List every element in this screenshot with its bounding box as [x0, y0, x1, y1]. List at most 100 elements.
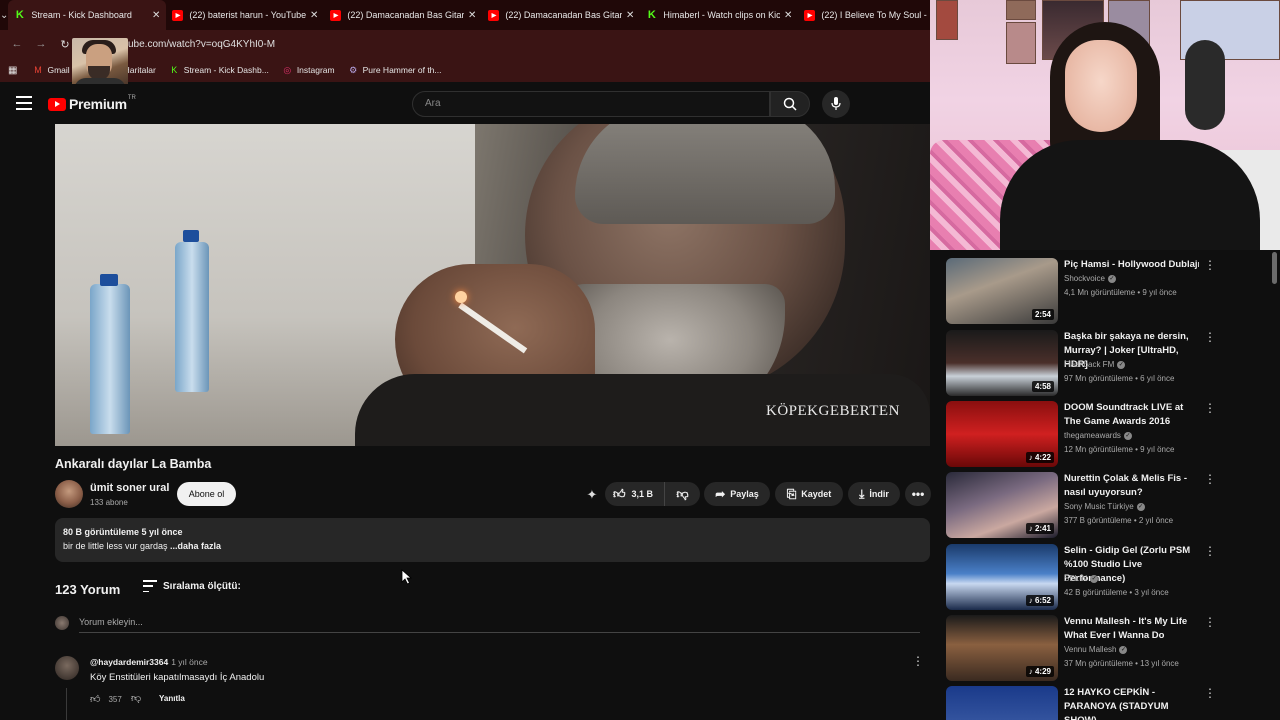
channel-name[interactable]: ümit soner ural: [90, 482, 169, 494]
youtube-logo[interactable]: Premium TR: [48, 95, 136, 112]
recommended-meta: 37 Mn görüntüleme • 13 yıl önce: [1064, 659, 1179, 668]
more-vertical-icon[interactable]: ⋮: [1204, 330, 1216, 344]
back-icon[interactable]: ←: [8, 38, 26, 50]
kick-icon: K: [647, 9, 656, 21]
verified-icon: ✓: [1136, 502, 1145, 511]
video-thumbnail[interactable]: ♪ 6:52: [946, 544, 1058, 610]
recommended-video[interactable]: 12 HAYKO CEPKİN - PARANOYA (STADYUM SHOW…: [946, 686, 1266, 720]
youtube-play-icon: [48, 97, 66, 111]
close-tab-icon[interactable]: ✕: [310, 10, 318, 21]
show-more-link[interactable]: ...daha fazla: [170, 541, 221, 551]
ask-ai-icon[interactable]: ✦: [583, 486, 601, 504]
recommended-video[interactable]: ♪ 2:41 Nurettin Çolak & Melis Fis - nasıl…: [946, 472, 1266, 540]
bookmark-item[interactable]: ◎ Instagram: [283, 64, 334, 76]
more-vertical-icon[interactable]: ⋮: [1204, 615, 1216, 629]
recommended-video[interactable]: ♪ 4:22 DOOM Soundtrack LIVE at The Game A…: [946, 401, 1266, 469]
more-vertical-icon[interactable]: ⋮: [1204, 401, 1216, 415]
recommended-title[interactable]: 12 HAYKO CEPKİN - PARANOYA (STADYUM SHOW…: [1064, 686, 1194, 720]
voice-search-button[interactable]: [822, 90, 850, 118]
tab-search-icon[interactable]: ⌄: [0, 0, 8, 30]
recommended-channel[interactable]: Vennu Mallesh ✓: [1064, 645, 1128, 654]
recommended-channel[interactable]: Flashback FM ✓: [1064, 360, 1126, 369]
recommended-video[interactable]: ♪ 4:29 Vennu Mallesh - It's My Life What …: [946, 615, 1266, 683]
recommended-video[interactable]: ♪ 6:52 Selin - Gidip Gel (Zorlu PSM %100 …: [946, 544, 1266, 612]
comment-author[interactable]: @haydardemir3364 1 yıl önce: [90, 657, 208, 667]
bookmark-item[interactable]: K Stream - Kick Dashb...: [170, 65, 269, 75]
video-thumbnail[interactable]: 2:54: [946, 258, 1058, 324]
more-vertical-icon[interactable]: ⋮: [1204, 258, 1216, 272]
channel-label: Sony Music Türkiye: [1064, 502, 1134, 511]
video-title: Ankaralı dayılar La Bamba: [55, 457, 212, 471]
dislike-button[interactable]: 👎︎: [665, 487, 700, 502]
search-button[interactable]: [770, 91, 810, 117]
recommended-title[interactable]: Vennu Mallesh - It's My Life What Ever I…: [1064, 615, 1194, 643]
bookmark-item[interactable]: ⚙ Pure Hammer of th...: [349, 65, 441, 76]
video-player[interactable]: KÖPEKGEBERTEN: [55, 124, 930, 446]
bookmarks-bar: ▦ MGmail◉HaritalarKStream - Kick Dashb..…: [0, 58, 930, 82]
subscribe-button[interactable]: Abone ol: [177, 482, 236, 506]
channel-avatar[interactable]: [55, 480, 83, 508]
recommended-channel[interactable]: Shockvoice ✓: [1064, 274, 1116, 283]
recommended-title[interactable]: Nurettin Çolak & Melis Fis - nasıl uyuyo…: [1064, 472, 1194, 500]
video-thumbnail[interactable]: ♪ 4:22: [946, 401, 1058, 467]
sort-icon[interactable]: [143, 580, 157, 592]
video-duration: ♪ 4:29: [1025, 666, 1054, 677]
recommended-channel[interactable]: Sony Music Türkiye ✓: [1064, 502, 1145, 511]
close-tab-icon[interactable]: ✕: [626, 10, 634, 21]
close-tab-icon[interactable]: ✕: [152, 10, 160, 21]
recommended-title[interactable]: Piç Hamsi - Hollywood Dublajı: [1064, 258, 1199, 272]
more-vertical-icon[interactable]: ⋮: [1204, 544, 1216, 558]
recommended-channel[interactable]: thegameawards ✓: [1064, 431, 1132, 440]
recommended-channel[interactable]: SELIN ✓: [1064, 574, 1099, 583]
add-comment-input[interactable]: Yorum ekleyin...: [79, 617, 143, 627]
verified-icon: ✓: [1090, 574, 1099, 583]
browser-tab[interactable]: ▶ (22) Damacanadan Bas Gitarla ✕: [324, 0, 482, 30]
search-input[interactable]: Ara: [412, 91, 770, 117]
recommended-video[interactable]: 2:54 Piç Hamsi - Hollywood Dublajı Shockvo…: [946, 258, 1266, 326]
tab-title: (22) Damacanadan Bas Gitarla: [505, 10, 622, 20]
duration-text: 2:41: [1034, 524, 1051, 533]
commenter-avatar[interactable]: [55, 656, 79, 680]
close-tab-icon[interactable]: ✕: [784, 10, 792, 21]
video-thumbnail[interactable]: 4:58: [946, 330, 1058, 396]
bookmark-item[interactable]: M Gmail: [33, 65, 69, 75]
search-icon: [783, 97, 797, 111]
comment-dislike-button[interactable]: 👎︎: [131, 692, 141, 704]
comment-more-icon[interactable]: ⋮: [912, 654, 924, 668]
description-text: bir de little less vur gardaş ...daha fa…: [63, 541, 922, 551]
country-code: TR: [127, 95, 136, 101]
url-field[interactable]: ube.com/watch?v=oqG4KYhI0-M: [128, 39, 275, 50]
comment-like-button[interactable]: 👍︎ 357: [90, 693, 122, 705]
download-button[interactable]: ⤓ İndir: [848, 482, 900, 506]
apps-icon[interactable]: ▦: [8, 65, 17, 76]
comment-count: 123 Yorum: [55, 582, 121, 597]
bookmark-label: Stream - Kick Dashb...: [183, 65, 269, 75]
video-thumbnail[interactable]: ♪ 2:41: [946, 472, 1058, 538]
like-dislike-group: 👍︎ 3,1 B 👎︎: [605, 482, 700, 506]
close-tab-icon[interactable]: ✕: [468, 10, 476, 21]
forward-icon[interactable]: →: [32, 38, 50, 50]
browser-tab[interactable]: ▶ (22) Damacanadan Bas Gitarla ✕: [482, 0, 640, 30]
description-box[interactable]: 80 B görüntüleme 5 yıl önce bir de littl…: [55, 518, 930, 562]
more-vertical-icon[interactable]: ⋮: [1204, 686, 1216, 700]
menu-icon[interactable]: [16, 96, 32, 110]
more-actions-button[interactable]: •••: [905, 482, 931, 506]
instagram-icon: ◎: [283, 64, 292, 75]
comment-reply-button[interactable]: Yanıtla: [159, 694, 185, 703]
recommended-video[interactable]: 4:58 Başka bir şakaya ne dersin, Murray? …: [946, 330, 1266, 398]
share-button[interactable]: ➦ Paylaş: [704, 482, 770, 506]
browser-tab[interactable]: ▶ (22) baterist harun - YouTube ✕: [166, 0, 324, 30]
sidebar-scrollbar[interactable]: [1272, 252, 1277, 284]
browser-tab[interactable]: K Stream - Kick Dashboard ✕: [8, 0, 167, 30]
more-vertical-icon[interactable]: ⋮: [1204, 472, 1216, 486]
video-thumbnail[interactable]: [946, 686, 1058, 720]
sort-button[interactable]: Sıralama ölçütü:: [163, 581, 241, 592]
save-button[interactable]: ⎘ Kaydet: [775, 482, 843, 506]
like-button[interactable]: 👍︎ 3,1 B: [605, 482, 665, 506]
comment-username[interactable]: @haydardemir3364: [90, 657, 168, 667]
recommended-title[interactable]: DOOM Soundtrack LIVE at The Game Awards …: [1064, 401, 1194, 429]
browser-tab[interactable]: K Himaberl - Watch clips on Kick ✕: [640, 0, 798, 30]
video-duration: ♪ 2:41: [1025, 523, 1054, 534]
video-thumbnail[interactable]: ♪ 4:29: [946, 615, 1058, 681]
bookmark-label: Gmail: [47, 65, 70, 75]
